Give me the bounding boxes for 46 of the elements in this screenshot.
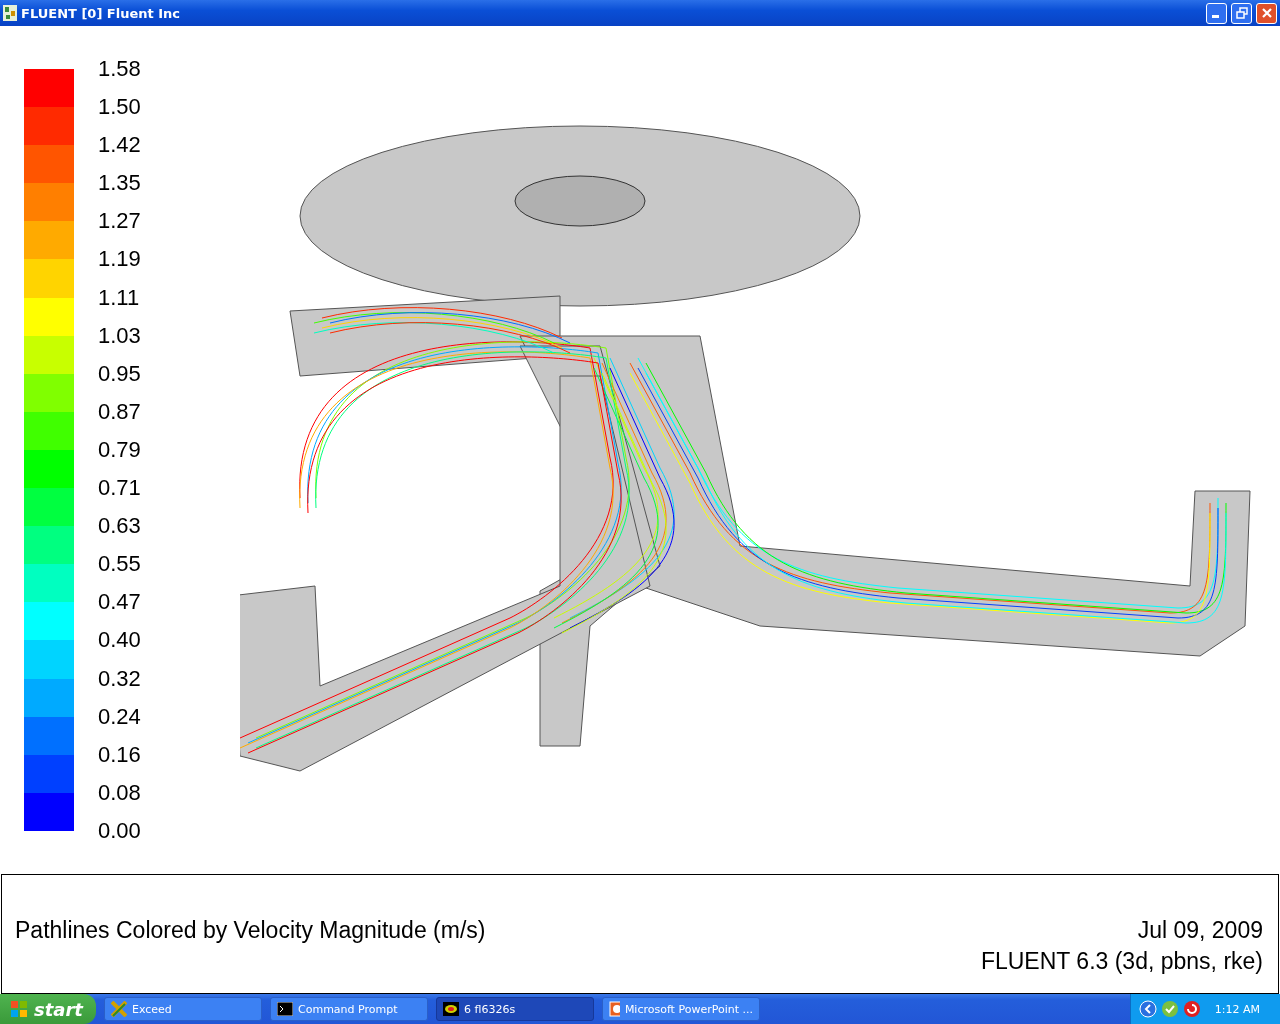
legend-label: 1.35 [98,170,141,196]
terminal-icon [277,1002,293,1016]
app-logo-icon [3,5,17,21]
restore-button[interactable] [1231,2,1252,24]
minimize-icon [1212,15,1219,18]
legend-label: 1.27 [98,208,141,234]
legend-label: 1.11 [98,284,140,310]
legend-label: 0.71 [98,475,141,501]
solver-version: FLUENT 6.3 (3d, pbns, rke) [980,948,1263,975]
taskbar-button[interactable]: Exceed [104,997,262,1021]
legend-label: 0.40 [98,627,141,653]
legend-label: 0.32 [98,665,141,691]
taskbar-button[interactable]: Command Prompt [270,997,428,1021]
taskbar-button[interactable]: 6 fl6326s [436,997,594,1021]
legend-label: 0.63 [98,513,141,539]
clock: 1:12 AM [1214,1002,1260,1016]
legend-label: 0.79 [98,436,141,462]
close-button[interactable] [1256,2,1277,24]
legend-label: 0.00 [98,817,141,843]
legend-label: 1.50 [98,94,141,120]
legend-label: 1.19 [98,246,141,272]
x-logo-icon [111,1001,127,1017]
minimize-button[interactable] [1206,2,1227,24]
legend-label: 1.58 [98,56,141,81]
plot-date: Jul 09, 2009 [1137,917,1263,944]
presentation-icon [609,1001,620,1017]
legend-label: 0.47 [98,589,141,615]
swirl-icon[interactable] [1182,1000,1201,1018]
legend-label: 1.42 [98,132,141,158]
taskbar-button[interactable]: Microsoft PowerPoint ... [602,997,760,1021]
chevron-icon[interactable] [1138,1000,1157,1018]
legend-label: 0.95 [98,360,141,386]
restore-icon [1235,7,1248,19]
legend-label: 1.03 [98,322,141,348]
window-title: FLUENT [0] Fluent Inc [21,5,182,21]
plot-title: Pathlines Colored by Velocity Magnitude (m/s) [15,917,486,944]
legend-label: 0.16 [98,741,141,767]
legend-label: 0.08 [98,779,141,805]
windows-logo-icon [10,1000,28,1018]
legend-label: 0.55 [98,551,141,577]
legend-label: 0.24 [98,703,141,729]
check-icon[interactable] [1160,1000,1179,1018]
start-button[interactable]: start [0,994,96,1024]
contour-icon [443,1002,459,1016]
legend-label: 0.87 [98,398,141,424]
close-icon [1260,7,1273,19]
